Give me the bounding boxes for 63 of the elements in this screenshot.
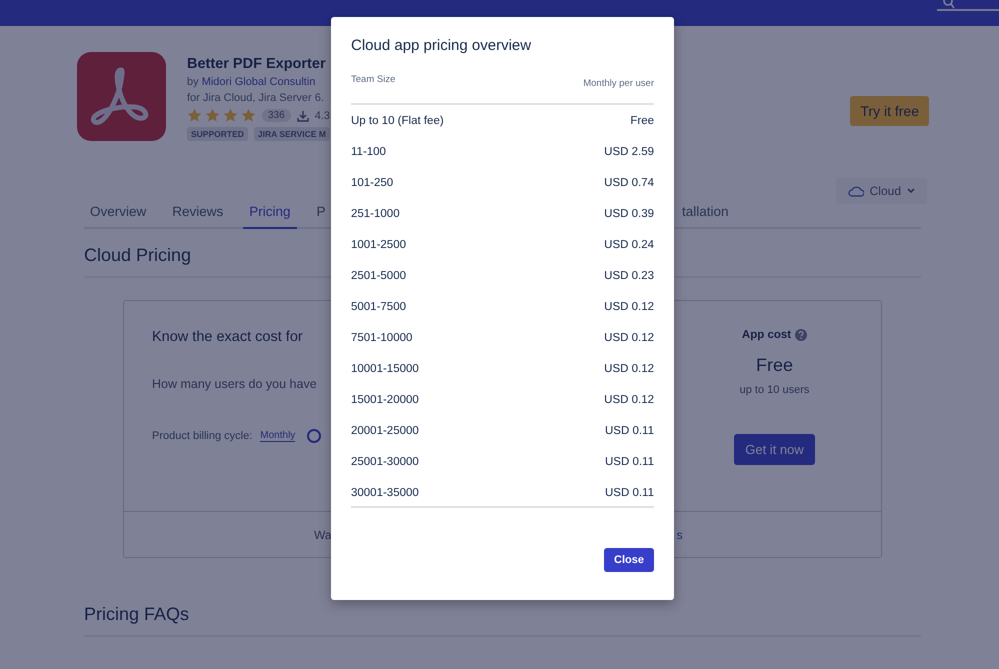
- cost-label: App cost: [742, 329, 792, 341]
- chevron-down-icon: [907, 188, 915, 194]
- table-cell: 1001-2500: [351, 238, 406, 250]
- table-cell: 30001-35000: [351, 486, 419, 498]
- column-header: Monthly per user: [583, 78, 654, 89]
- hosting-select[interactable]: Cloud: [836, 178, 927, 204]
- table-cell: 15001-20000: [351, 394, 419, 406]
- close-button[interactable]: Close: [604, 548, 654, 572]
- footer-text: Wa: [314, 528, 332, 542]
- get-it-now-button[interactable]: Get it now: [734, 434, 815, 465]
- download-icon: [296, 110, 309, 122]
- star-icon: [223, 108, 238, 123]
- table-cell: 101-250: [351, 176, 394, 188]
- try-free-button[interactable]: Try it free: [850, 96, 929, 126]
- tab[interactable]: Overview: [84, 204, 152, 229]
- star-icon: [241, 108, 256, 123]
- vendor-line: by Midori Global Consultin: [187, 76, 316, 88]
- cost-note: up to 10 users: [740, 384, 810, 396]
- app-title: Better PDF Exporter: [187, 56, 327, 72]
- vendor-link[interactable]: Midori Global Consultin: [202, 76, 316, 88]
- footer-link[interactable]: s: [676, 528, 683, 542]
- search-icon[interactable]: [943, 0, 955, 9]
- tab[interactable]: P: [310, 204, 332, 229]
- tag-label: JIRA SERVICE M: [254, 127, 330, 141]
- install-count: 4.3: [314, 110, 330, 122]
- dialog-title: Cloud app pricing overview: [351, 37, 532, 54]
- table-cell: 25001-30000: [351, 456, 419, 468]
- table-cell: USD 0.12: [604, 332, 654, 344]
- tab[interactable]: tallation: [676, 204, 735, 229]
- table-cell: 11-100: [351, 146, 386, 158]
- question-text: How many users do you have: [152, 377, 317, 391]
- help-icon: [795, 329, 808, 341]
- table-cell: USD 0.11: [604, 456, 654, 468]
- star-icon: [205, 108, 220, 123]
- table-cell: USD 0.74: [604, 176, 654, 188]
- table-cell: 251-1000: [351, 208, 400, 220]
- billing-link[interactable]: Monthly: [260, 430, 296, 442]
- column-header: Team Size: [351, 74, 396, 85]
- table-cell: USD 0.39: [604, 208, 654, 220]
- table-cell: Free: [630, 114, 654, 126]
- cost-value: Free: [756, 355, 793, 376]
- table-cell: Up to 10 (Flat fee): [351, 114, 444, 126]
- tab[interactable]: Reviews: [166, 204, 230, 229]
- table-cell: USD 0.12: [604, 394, 654, 406]
- table-cell: 10001-15000: [351, 362, 419, 374]
- hosting-text: for Jira Cloud, Jira Server 6.: [187, 92, 325, 104]
- billing-label: Product billing cycle:: [152, 430, 252, 442]
- table-cell: 5001-7500: [351, 300, 406, 312]
- table-cell: USD 0.12: [604, 362, 654, 374]
- cloud-icon: [848, 186, 864, 196]
- table-cell: USD 2.59: [604, 146, 654, 158]
- tab[interactable]: Pricing: [243, 204, 297, 229]
- tag-label: SUPPORTED: [187, 127, 248, 141]
- table-cell: USD 0.11: [604, 424, 654, 436]
- card-title: Know the exact cost for: [152, 329, 303, 345]
- star-icon: [187, 108, 202, 123]
- table-cell: 7501-10000: [351, 332, 412, 344]
- table-cell: USD 0.24: [604, 238, 654, 250]
- table-cell: USD 0.12: [604, 300, 654, 312]
- toggle-control[interactable]: [307, 429, 322, 443]
- table-cell: 20001-25000: [351, 424, 419, 436]
- table-cell: USD 0.11: [604, 486, 654, 498]
- review-count: 336: [262, 109, 291, 122]
